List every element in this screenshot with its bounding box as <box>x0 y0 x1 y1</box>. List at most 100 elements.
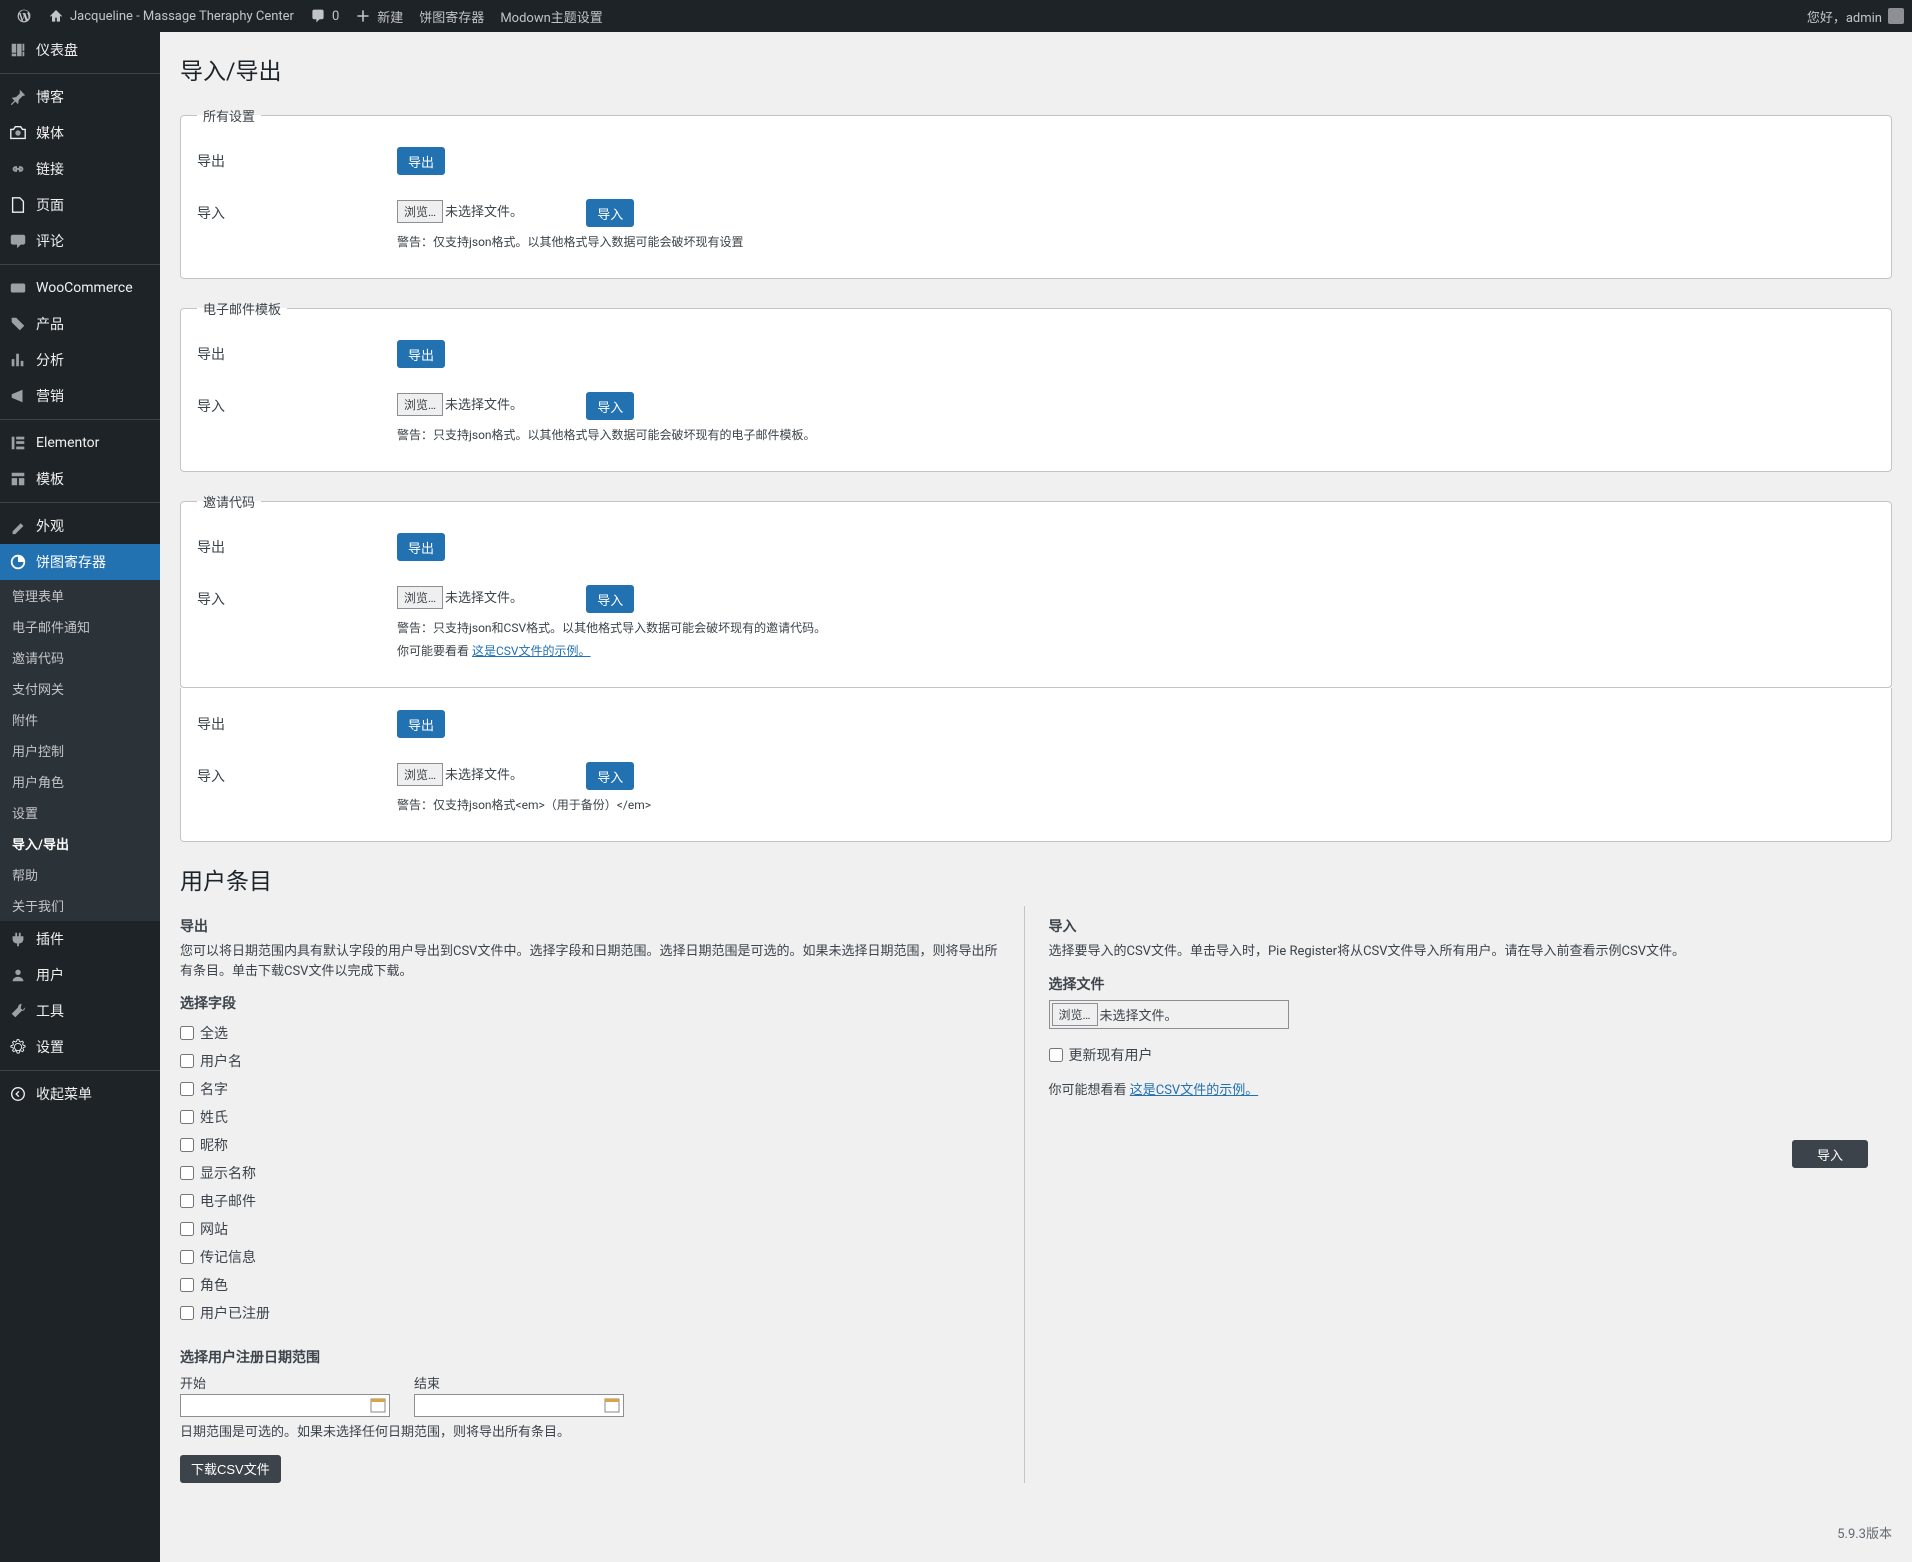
end-date-input[interactable] <box>414 1394 624 1417</box>
user-import-button[interactable]: 导入 <box>1792 1140 1868 1168</box>
menu-products[interactable]: 产品 <box>0 306 160 342</box>
sub-user-role[interactable]: 用户角色 <box>0 766 160 797</box>
all-export-label: 导出 <box>197 135 397 187</box>
admin-bar-right[interactable]: 您好，admin <box>1807 7 1904 26</box>
field-email[interactable]: 电子邮件 <box>180 1187 1000 1215</box>
sub-user-control[interactable]: 用户控制 <box>0 735 160 766</box>
legend-all: 所有设置 <box>197 106 261 125</box>
link-icon <box>8 159 28 179</box>
pie-register-bar[interactable]: 饼图寄存器 <box>411 0 492 32</box>
field-bio[interactable]: 传记信息 <box>180 1243 1000 1271</box>
fieldset-email-templates: 电子邮件模板 导出导出 导入 浏览…未选择文件。 导入 警告：只支持json格式… <box>180 299 1892 472</box>
field-username[interactable]: 用户名 <box>180 1047 1000 1075</box>
calendar-icon <box>604 1397 620 1413</box>
wp-logo[interactable] <box>8 0 40 32</box>
modown-bar[interactable]: Modown主题设置 <box>492 0 610 32</box>
media-icon <box>8 123 28 143</box>
menu-pages[interactable]: 页面 <box>0 187 160 223</box>
sub-manage-form[interactable]: 管理表单 <box>0 580 160 611</box>
page-title: 导入/导出 <box>180 52 1892 86</box>
field-nickname[interactable]: 昵称 <box>180 1131 1000 1159</box>
import-csv-sample-link[interactable]: 这是CSV文件的示例。 <box>1130 1083 1258 1098</box>
menu-pie-register[interactable]: 饼图寄存器 <box>0 544 160 580</box>
menu-links[interactable]: 链接 <box>0 151 160 187</box>
sub-invite-code[interactable]: 邀请代码 <box>0 642 160 673</box>
users-icon <box>8 965 28 985</box>
templates-icon <box>8 469 28 489</box>
menu-elementor[interactable]: Elementor <box>0 425 160 461</box>
email-export-button[interactable]: 导出 <box>397 340 445 368</box>
dashboard-icon <box>8 40 28 60</box>
all-browse-button[interactable]: 浏览… <box>397 200 443 223</box>
menu-collapse[interactable]: 收起菜单 <box>0 1076 160 1112</box>
invite-export-button[interactable]: 导出 <box>397 533 445 561</box>
comments-count[interactable]: 0 <box>302 0 347 32</box>
menu-appearance[interactable]: 外观 <box>0 508 160 544</box>
admin-bar: Jacqueline - Massage Theraphy Center 0 新… <box>0 0 1912 32</box>
menu-comments[interactable]: 评论 <box>0 223 160 259</box>
woo-icon <box>8 278 28 298</box>
sub-settings[interactable]: 设置 <box>0 797 160 828</box>
invite-csv-sample-link[interactable]: 这是CSV文件的示例。 <box>472 644 591 658</box>
sub-help[interactable]: 帮助 <box>0 859 160 890</box>
plugins-icon <box>8 929 28 949</box>
fieldset-backup: 导出导出 导入 浏览…未选择文件。 导入 警告：仅支持json格式<em>（用于… <box>180 688 1892 842</box>
menu-media[interactable]: 媒体 <box>0 115 160 151</box>
menu-tools[interactable]: 工具 <box>0 993 160 1029</box>
import-desc: 选择要导入的CSV文件。单击导入时，Pie Register将从CSV文件导入所… <box>1049 942 1869 962</box>
field-lastname[interactable]: 姓氏 <box>180 1103 1000 1131</box>
invite-import-button[interactable]: 导入 <box>586 585 634 613</box>
menu-marketing[interactable]: 营销 <box>0 378 160 414</box>
menu-dashboard[interactable]: 仪表盘 <box>0 32 160 68</box>
comment-icon <box>310 8 326 24</box>
date-note: 日期范围是可选的。如果未选择任何日期范围，则将导出所有条目。 <box>180 1423 1000 1443</box>
menu-blog[interactable]: 博客 <box>0 79 160 115</box>
menu-plugins[interactable]: 插件 <box>0 921 160 957</box>
import-heading: 导入 <box>1049 916 1869 936</box>
user-entries-title: 用户条目 <box>180 862 1892 896</box>
backup-export-button[interactable]: 导出 <box>397 710 445 738</box>
pie-submenu: 管理表单 电子邮件通知 邀请代码 支付网关 附件 用户控制 用户角色 设置 导入… <box>0 580 160 921</box>
import-file-input[interactable]: 浏览…未选择文件。 <box>1049 1000 1289 1029</box>
email-browse-button[interactable]: 浏览… <box>397 393 443 416</box>
new-content[interactable]: 新建 <box>347 0 411 32</box>
menu-templates[interactable]: 模板 <box>0 461 160 497</box>
start-label: 开始 <box>180 1373 390 1392</box>
email-import-button[interactable]: 导入 <box>586 392 634 420</box>
pie-icon <box>8 552 28 572</box>
backup-import-button[interactable]: 导入 <box>586 762 634 790</box>
all-export-button[interactable]: 导出 <box>397 147 445 175</box>
admin-bar-left: Jacqueline - Massage Theraphy Center 0 新… <box>8 0 611 32</box>
all-import-button[interactable]: 导入 <box>586 199 634 227</box>
download-csv-button[interactable]: 下载CSV文件 <box>180 1455 281 1483</box>
sub-import-export[interactable]: 导入/导出 <box>0 828 160 859</box>
field-firstname[interactable]: 名字 <box>180 1075 1000 1103</box>
date-range-heading: 选择用户注册日期范围 <box>180 1347 1000 1367</box>
sub-about[interactable]: 关于我们 <box>0 890 160 921</box>
fieldset-all-settings: 所有设置 导出导出 导入 浏览…未选择文件。 导入 警告：仅支持json格式。以… <box>180 106 1892 279</box>
import-column: 导入 选择要导入的CSV文件。单击导入时，Pie Register将从CSV文件… <box>1024 906 1893 1483</box>
all-warn: 警告：仅支持json格式。以其他格式导入数据可能会破坏现有设置 <box>397 233 1865 250</box>
settings-icon <box>8 1037 28 1057</box>
update-existing-checkbox[interactable]: 更新现有用户 <box>1049 1041 1869 1069</box>
field-role[interactable]: 角色 <box>180 1271 1000 1299</box>
sub-email-notify[interactable]: 电子邮件通知 <box>0 611 160 642</box>
field-registered[interactable]: 用户已注册 <box>180 1299 1000 1327</box>
invite-browse-button[interactable]: 浏览… <box>397 586 443 609</box>
legend-invite: 邀请代码 <box>197 492 261 511</box>
menu-settings[interactable]: 设置 <box>0 1029 160 1065</box>
sub-gateway[interactable]: 支付网关 <box>0 673 160 704</box>
field-all[interactable]: 全选 <box>180 1019 1000 1047</box>
start-date-input[interactable] <box>180 1394 390 1417</box>
site-name[interactable]: Jacqueline - Massage Theraphy Center <box>40 0 302 32</box>
greeting: 您好，admin <box>1807 7 1882 26</box>
menu-analytics[interactable]: 分析 <box>0 342 160 378</box>
sub-attachments[interactable]: 附件 <box>0 704 160 735</box>
field-displayname[interactable]: 显示名称 <box>180 1159 1000 1187</box>
backup-browse-button[interactable]: 浏览… <box>397 763 443 786</box>
comment-icon <box>8 231 28 251</box>
field-website[interactable]: 网站 <box>180 1215 1000 1243</box>
menu-users[interactable]: 用户 <box>0 957 160 993</box>
appearance-icon <box>8 516 28 536</box>
menu-woocommerce[interactable]: WooCommerce <box>0 270 160 306</box>
